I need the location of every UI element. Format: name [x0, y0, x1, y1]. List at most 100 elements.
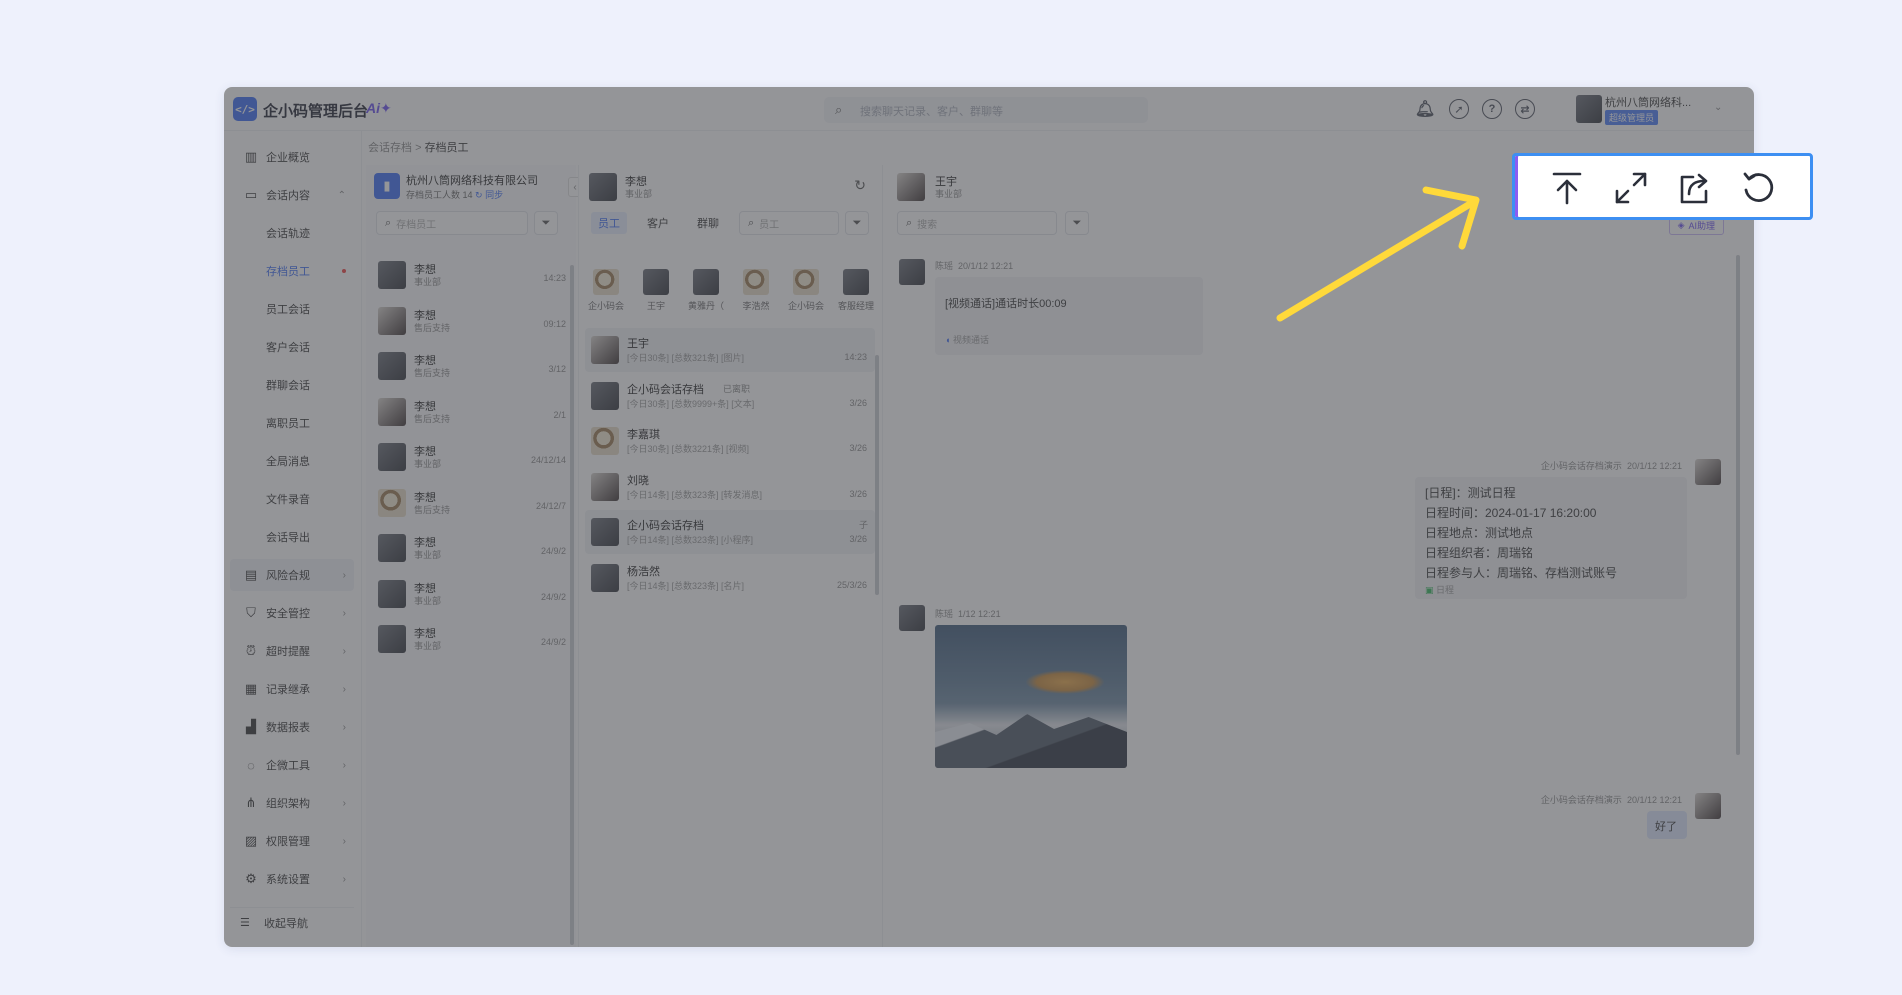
- sidebar-item-wecom-tools[interactable]: ◌ 企微工具 ›: [230, 749, 354, 781]
- refresh-button[interactable]: [1739, 168, 1779, 208]
- employee-search-input[interactable]: ⌕ 存档员工: [376, 211, 528, 235]
- conversation-name: 企小码会话存档: [627, 520, 704, 532]
- contact-shortcut[interactable]: 客服经理: [833, 269, 879, 312]
- employee-dept: 事业部: [414, 595, 442, 606]
- image-message[interactable]: [935, 625, 1127, 768]
- chevron-up-icon: ⌃: [337, 189, 346, 201]
- employee-dept: 事业部: [414, 277, 442, 287]
- chevron-down-icon[interactable]: ⌄: [1714, 102, 1722, 113]
- refresh-icon[interactable]: ↻: [854, 177, 866, 194]
- scrollbar[interactable]: [570, 265, 574, 945]
- table-row[interactable]: 杨浩然 [今日14条] [总数323条] [名片] 25/3/26: [585, 556, 875, 600]
- conversation-summary: [今日14条] [总数323条] [小程序]: [627, 535, 754, 545]
- table-row[interactable]: 企小码会话存档 [今日14条] [总数323条] [小程序] 3/26 子: [585, 510, 875, 554]
- user-avatar[interactable]: [1576, 95, 1602, 123]
- chat-search-input[interactable]: ⌕ 搜索: [897, 211, 1057, 235]
- conversation-time: 25/3/26: [836, 579, 867, 590]
- active-dot: [342, 269, 346, 273]
- contact-shortcut[interactable]: 李浩然: [733, 269, 779, 312]
- message-bubble[interactable]: 好了: [1647, 811, 1687, 839]
- breadcrumb-parent[interactable]: 会话存档: [368, 142, 412, 154]
- sidebar-item-archived-employees[interactable]: 存档员工: [230, 255, 354, 287]
- list-item[interactable]: 李想 售后支持 09:12: [366, 299, 576, 344]
- sidebar-item-record-inherit[interactable]: ▦ 记录继承 ›: [230, 673, 354, 705]
- back-to-top-button[interactable]: [1547, 168, 1587, 208]
- filter-icon[interactable]: ⏷: [845, 211, 869, 235]
- breadcrumb-current: 存档员工: [424, 142, 469, 154]
- table-row[interactable]: 企小码会话存档 [今日30条] [总数9999+条] [文本] 3/26 已离职: [585, 374, 875, 418]
- fullscreen-button[interactable]: [1611, 168, 1651, 208]
- conversation-search-input[interactable]: ⌕ 员工: [739, 211, 839, 235]
- ai-badge[interactable]: Ai✦: [366, 100, 392, 117]
- schedule-message[interactable]: [日程]：测试日程 日程时间：2024-01-17 16:20:00 日程地点：…: [1415, 477, 1687, 599]
- folder-icon: ▭: [244, 187, 258, 202]
- sidebar-item-session-content[interactable]: ▭ 会话内容 ⌃: [230, 179, 354, 211]
- logo-icon: </>: [233, 97, 257, 121]
- contact-label: 黄雅丹（: [687, 301, 724, 311]
- sender-avatar: [899, 605, 925, 631]
- filter-icon[interactable]: ⏷: [1065, 211, 1089, 235]
- list-item[interactable]: 李想 售后支持 3/12: [366, 344, 576, 389]
- sidebar-item-settings[interactable]: ⚙︎ 系统设置 ›: [230, 863, 354, 895]
- list-item[interactable]: 李想 事业部 24/9/2: [366, 617, 576, 662]
- sidebar-item-risk-compliance[interactable]: ▤ 风险合规 ›: [230, 559, 354, 591]
- help-icon[interactable]: ?: [1482, 99, 1502, 119]
- sidebar-item-group-sessions[interactable]: 群聊会话: [230, 369, 354, 401]
- user-name[interactable]: 杭州八筒网络科...: [1605, 94, 1691, 110]
- list-item[interactable]: 李想 事业部 14:23: [366, 253, 576, 298]
- sidebar-item-overview[interactable]: ▥ 企业概览: [230, 141, 354, 173]
- conversation-summary: [今日30条] [总数321条] [图片]: [627, 353, 745, 363]
- switch-icon[interactable]: ⇄: [1515, 99, 1535, 119]
- contact-shortcut[interactable]: 黄雅丹（: [683, 269, 729, 312]
- conversation-summary: [今日14条] [总数323条] [名片]: [627, 580, 745, 591]
- bell-icon[interactable]: 🔔︎: [1415, 99, 1435, 119]
- search-icon: ⌕: [385, 216, 392, 229]
- list-item[interactable]: 李想 事业部 24/9/2: [366, 572, 576, 617]
- sidebar-item-global-messages[interactable]: 全局消息: [230, 445, 354, 477]
- contact-shortcut[interactable]: 王宇: [633, 269, 679, 312]
- table-row[interactable]: 李嘉琪 [今日30条] [总数3221条] [视频] 3/26: [585, 419, 875, 463]
- sender-avatar: [1695, 459, 1721, 485]
- share-button[interactable]: [1675, 168, 1715, 208]
- filter-icon[interactable]: ⏷: [534, 211, 558, 235]
- conversation-name: 王宇: [627, 338, 649, 350]
- conversations-panel: 李想 事业部 ↻ 员工 客户 群聊 ⌕ 员工 ⏷ 企小码会 王宇 黄雅丹（ 李浩然 企小码…: [578, 165, 880, 947]
- last-active-time: 09:12: [543, 318, 566, 329]
- sync-link[interactable]: ↻ 同步: [475, 190, 503, 200]
- conversation-time: 3/26: [849, 443, 867, 453]
- employee-dept: 事业部: [625, 189, 653, 199]
- sidebar-item-resigned-employees[interactable]: 离职员工: [230, 407, 354, 439]
- sidebar-item-org[interactable]: ⋔ 组织架构 ›: [230, 787, 354, 819]
- contact-label: 客服经理: [837, 301, 874, 311]
- tab-customers[interactable]: 客户: [647, 215, 669, 231]
- sidebar-item-session-export[interactable]: 会话导出: [230, 521, 354, 553]
- list-item[interactable]: 李想 售后支持 24/12/7: [366, 481, 576, 526]
- sidebar-item-employee-sessions[interactable]: 员工会话: [230, 293, 354, 325]
- sidebar-item-customer-sessions[interactable]: 客户会话: [230, 331, 354, 363]
- global-search[interactable]: ⌕ 搜索聊天记录、客户、群聊等: [824, 97, 1148, 123]
- employee-avatar: [378, 443, 406, 471]
- tab-employees[interactable]: 员工: [591, 212, 627, 234]
- sidebar-item-session-track[interactable]: 会话轨迹: [230, 217, 354, 249]
- sidebar-item-data-report[interactable]: ▟ 数据报表 ›: [230, 711, 354, 743]
- scrollbar[interactable]: [1736, 255, 1740, 755]
- tab-groups[interactable]: 群聊: [697, 215, 719, 231]
- sidebar-item-permissions[interactable]: ▨ 权限管理 ›: [230, 825, 354, 857]
- list-item[interactable]: 李想 事业部 24/12/14: [366, 435, 576, 480]
- scrollbar[interactable]: [875, 355, 879, 595]
- table-row[interactable]: 刘晓 [今日14条] [总数323条] [转发消息] 3/26: [585, 465, 875, 509]
- highlighted-toolbar: [1512, 153, 1813, 220]
- sidebar-item-security[interactable]: ⛉ 安全管控 ›: [230, 597, 354, 629]
- list-item[interactable]: 李想 事业部 24/9/2: [366, 526, 576, 571]
- message-bubble[interactable]: [视频通话]通话时长00:09 ◖ 视频通话: [935, 277, 1203, 355]
- contact-shortcut[interactable]: 企小码会: [783, 269, 829, 312]
- table-row[interactable]: 王宇 [今日30条] [总数321条] [图片] 14:23: [585, 328, 875, 372]
- contact-shortcut[interactable]: 企小码会: [583, 269, 629, 312]
- menu-collapse-icon: ☰: [240, 917, 250, 929]
- collapse-nav-button[interactable]: ☰ 收起导航: [230, 907, 354, 937]
- compass-icon[interactable]: ➚: [1449, 99, 1469, 119]
- sidebar-item-file-recordings[interactable]: 文件录音: [230, 483, 354, 515]
- sender-avatar: [1695, 793, 1721, 819]
- sidebar-item-timeout-alert[interactable]: ⏰︎ 超时提醒 ›: [230, 635, 354, 667]
- list-item[interactable]: 李想 售后支持 2/1: [366, 390, 576, 435]
